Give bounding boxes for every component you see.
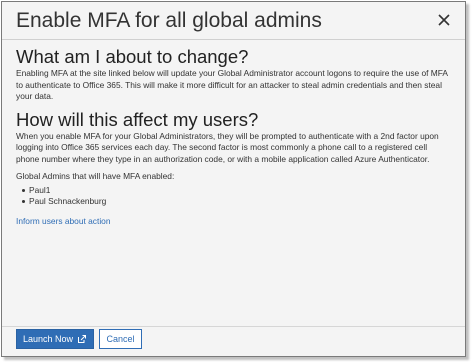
external-link-icon (77, 334, 87, 344)
impact-description: When you enable MFA for your Global Admi… (16, 130, 439, 164)
dialog-title: Enable MFA for all global admins (16, 9, 322, 32)
list-item: Paul1 (22, 185, 451, 197)
list-item: Paul Schnackenburg (22, 196, 451, 208)
cancel-label: Cancel (106, 334, 135, 344)
change-heading: What am I about to change? (16, 46, 249, 67)
change-description: Enabling MFA at the site linked below wi… (16, 68, 448, 101)
cancel-button[interactable]: Cancel (99, 329, 142, 349)
dialog: Enable MFA for all global admins What am… (1, 1, 466, 357)
dialog-footer: Launch Now Cancel (2, 326, 465, 356)
admins-label: Global Admins that will have MFA enabled… (16, 171, 175, 181)
close-button[interactable] (433, 11, 455, 33)
launch-now-label: Launch Now (22, 334, 74, 344)
dialog-body: What am I about to change? Enabling MFA … (2, 40, 465, 229)
launch-now-button[interactable]: Launch Now (16, 329, 94, 349)
inform-users-link[interactable]: Inform users about action (16, 216, 111, 228)
admin-list: Paul1 Paul Schnackenburg (16, 185, 451, 208)
impact-heading: How will this affect my users? (16, 108, 259, 130)
close-icon (438, 13, 450, 31)
dialog-header: Enable MFA for all global admins (2, 2, 465, 40)
